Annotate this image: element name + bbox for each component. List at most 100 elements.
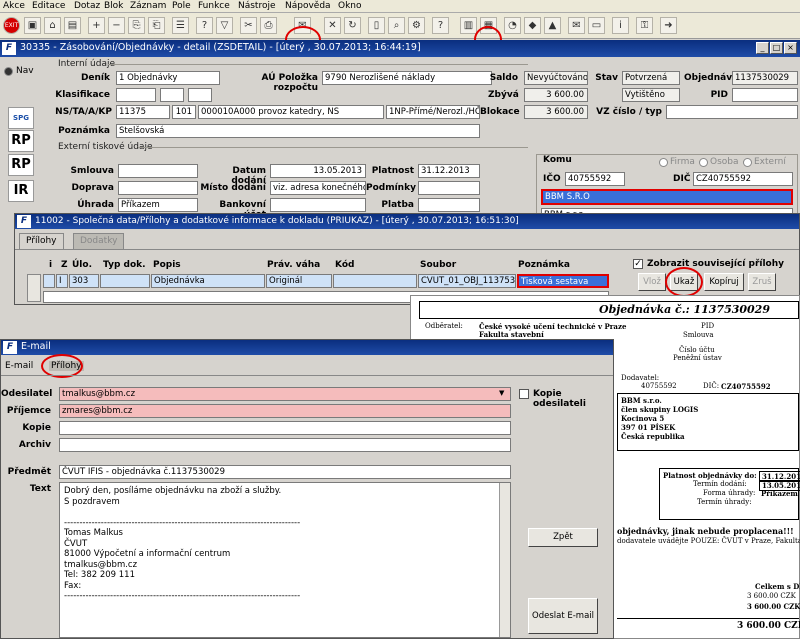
tab-prilohy[interactable]: Přílohy	[19, 233, 64, 249]
email-body-textarea[interactable]: Dobrý den, posíláme objednávku na zboží …	[59, 482, 511, 638]
print-icon[interactable]: ▤	[64, 17, 81, 34]
zbyva-field[interactable]: 3 600.00	[524, 88, 588, 102]
menu-funkce[interactable]: Funkce	[198, 1, 230, 11]
klasifikace-field-2[interactable]	[160, 88, 184, 102]
kopie-field[interactable]	[59, 421, 511, 435]
vloz-button[interactable]: Vlož	[638, 273, 666, 291]
list-icon[interactable]: ☰	[172, 17, 189, 34]
globe-icon[interactable]: ◔	[504, 17, 521, 34]
klasifikace-field-1[interactable]	[116, 88, 156, 102]
maximize-icon[interactable]: □	[770, 42, 783, 54]
firma-name-field[interactable]: BBM S.R.O	[541, 189, 793, 205]
menu-pole[interactable]: Pole	[172, 1, 191, 11]
ns-field-2[interactable]: 101	[172, 105, 196, 119]
ir-button[interactable]: IR	[8, 180, 34, 202]
kopie-odesilateli-checkbox[interactable]	[519, 389, 529, 399]
predmet-field[interactable]: ČVUT IFIS - objednávka č.1137530029	[59, 465, 511, 479]
table-row[interactable]: I 303 Objednávka Originál CVUT_01_OBJ_11…	[43, 274, 621, 290]
odeslat-email-button[interactable]: Odeslat E-mail	[528, 598, 598, 634]
save-icon[interactable]: ▣	[24, 17, 41, 34]
scroll-up-icon[interactable]	[27, 274, 41, 302]
ico-field[interactable]: 40755592	[565, 172, 625, 186]
tools-icon[interactable]: ✕	[324, 17, 341, 34]
menu-nastroje[interactable]: Nástroje	[238, 1, 276, 11]
archiv-field[interactable]	[59, 438, 511, 452]
menu-okno[interactable]: Okno	[338, 1, 362, 11]
home-icon[interactable]: ⌂	[44, 17, 61, 34]
platba-field[interactable]	[418, 198, 480, 212]
exit-icon[interactable]: EXIT	[3, 17, 20, 34]
cell-z[interactable]: I	[56, 274, 68, 288]
spg-icon[interactable]: SPG	[8, 107, 34, 129]
show-related-checkbox[interactable]: ✓	[633, 259, 643, 269]
stav-field[interactable]: Potvrzená	[622, 71, 680, 85]
misto-field[interactable]: viz. adresa konečného	[270, 181, 366, 195]
cell-i[interactable]	[43, 274, 55, 288]
externi-radio[interactable]	[743, 158, 752, 167]
objednavka-field[interactable]: 1137530029	[732, 71, 798, 85]
menu-zaznam[interactable]: Záznam	[130, 1, 166, 11]
uhrada-field[interactable]: Příkazem	[118, 198, 198, 212]
saldo-field[interactable]: Nevyúčtováno	[524, 71, 588, 85]
new-record-icon[interactable]: +	[88, 17, 105, 34]
cut-icon[interactable]: ✂	[240, 17, 257, 34]
search-icon[interactable]: ⌕	[388, 17, 405, 34]
odesilatel-select[interactable]: tmalkus@bbm.cz	[59, 387, 511, 401]
key-icon[interactable]: ⚿	[636, 17, 653, 34]
denik-field[interactable]: 1 Objednávky	[116, 71, 220, 85]
document-icon[interactable]: ▯	[368, 17, 385, 34]
settings-icon[interactable]: ⚙	[408, 17, 425, 34]
au-field[interactable]: 9790 Nerozlišené náklady	[322, 71, 492, 85]
kopiruj-button[interactable]: Kopíruj	[704, 273, 744, 291]
prijemce-field[interactable]: zmares@bbm.cz	[59, 404, 511, 418]
map-icon[interactable]: ◆	[524, 17, 541, 34]
attach-icon[interactable]: ⎙	[260, 17, 277, 34]
cell-typ[interactable]	[100, 274, 150, 288]
copy-record-icon[interactable]: ⎘	[128, 17, 145, 34]
refresh-icon[interactable]: ↻	[344, 17, 361, 34]
rp-button-1[interactable]: RP	[8, 130, 34, 152]
menu-akce[interactable]: Akce	[3, 1, 25, 11]
tab-dodatky[interactable]: Dodatky	[73, 233, 125, 249]
query-icon[interactable]: ?	[196, 17, 213, 34]
tab-email[interactable]: E-mail	[5, 361, 33, 371]
zpet-button[interactable]: Zpět	[528, 528, 598, 547]
info-icon[interactable]: i	[612, 17, 629, 34]
menu-dotaz[interactable]: Dotaz	[74, 1, 100, 11]
blokace-field[interactable]: 3 600.00	[524, 105, 588, 119]
firma-radio[interactable]	[659, 158, 668, 167]
platnost-field[interactable]: 31.12.2013	[418, 164, 480, 178]
cell-poznamka[interactable]: Tisková sestava	[517, 274, 609, 288]
cell-vaha[interactable]: Originál	[266, 274, 332, 288]
mail-icon[interactable]: ✉	[568, 17, 585, 34]
menu-blok[interactable]: Blok	[104, 1, 123, 11]
vytisteno-field[interactable]: Vytištěno	[622, 88, 680, 102]
ns-field-3[interactable]: 000010A000 provoz katedry, NS	[198, 105, 384, 119]
warning-icon[interactable]: ▲	[544, 17, 561, 34]
menu-napoveda[interactable]: Nápověda	[285, 1, 331, 11]
ns-field-1[interactable]: 11375	[116, 105, 170, 119]
dic-field[interactable]: CZ40755592	[693, 172, 793, 186]
doprava-field[interactable]	[118, 181, 198, 195]
datum-field[interactable]: 13.05.2013	[270, 164, 366, 178]
filter-icon[interactable]: ▽	[216, 17, 233, 34]
cell-ulo[interactable]: 303	[69, 274, 99, 288]
paste-record-icon[interactable]: ⎗	[148, 17, 165, 34]
delete-record-icon[interactable]: −	[108, 17, 125, 34]
klasifikace-field-3[interactable]	[188, 88, 212, 102]
cell-kod[interactable]	[333, 274, 417, 288]
ns-field-4[interactable]: 1NP-Přímé/Nerozl./HČ-	[386, 105, 480, 119]
menu-editace[interactable]: Editace	[32, 1, 65, 11]
smlouva-field[interactable]	[118, 164, 198, 178]
poznamka-field[interactable]: Stelšovská	[116, 124, 480, 138]
pid-field[interactable]	[732, 88, 798, 102]
chevron-down-icon[interactable]: ▼	[499, 389, 504, 397]
logout-icon[interactable]: ➜	[660, 17, 677, 34]
help-icon[interactable]: ?	[432, 17, 449, 34]
nav-radio[interactable]	[4, 67, 13, 76]
zrus-button[interactable]: Zruš	[748, 273, 776, 291]
close-icon[interactable]: ×	[784, 42, 797, 54]
email-body-scrollbar[interactable]	[499, 483, 510, 637]
calendar-icon[interactable]: ▭	[588, 17, 605, 34]
minimize-icon[interactable]: _	[756, 42, 769, 54]
